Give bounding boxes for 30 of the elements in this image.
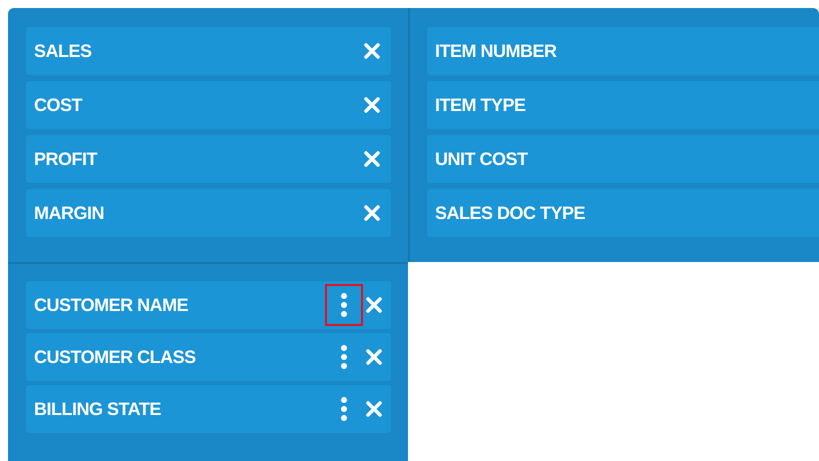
close-icon[interactable] [365, 348, 383, 366]
close-icon[interactable] [363, 150, 381, 168]
close-icon[interactable] [365, 400, 383, 418]
field-chip[interactable]: ITEM NUMBER [427, 27, 819, 75]
field-label: PROFIT [34, 148, 98, 170]
field-label: CUSTOMER NAME [34, 294, 190, 316]
field-label: COST [34, 94, 84, 116]
close-icon[interactable] [363, 42, 381, 60]
field-label: SALES DOC TYPE [435, 202, 586, 224]
field-label: CUSTOMER CLASS [34, 346, 197, 368]
field-label: ITEM NUMBER [435, 40, 558, 62]
field-chip[interactable]: CUSTOMER CLASS [26, 333, 391, 381]
field-chip[interactable]: PROFIT [26, 135, 391, 183]
field-label: SALES [34, 40, 93, 62]
field-chip[interactable]: UNIT COST [427, 135, 819, 183]
field-label: BILLING STATE [34, 398, 162, 420]
close-icon[interactable] [363, 96, 381, 114]
close-icon[interactable] [363, 204, 381, 222]
field-chip[interactable]: SALES DOC TYPE [427, 189, 819, 237]
field-label: ITEM TYPE [435, 94, 527, 116]
field-chip[interactable]: COST [26, 81, 391, 129]
more-options-icon[interactable] [325, 284, 363, 326]
field-chip[interactable]: SALES [26, 27, 391, 75]
field-label: MARGIN [34, 202, 105, 224]
field-chip[interactable]: CUSTOMER NAME [26, 281, 391, 329]
field-chip[interactable]: MARGIN [26, 189, 391, 237]
field-chip[interactable]: BILLING STATE [26, 385, 391, 433]
close-icon[interactable] [365, 296, 383, 314]
field-chip[interactable]: ITEM TYPE [427, 81, 819, 129]
field-label: UNIT COST [435, 148, 529, 170]
